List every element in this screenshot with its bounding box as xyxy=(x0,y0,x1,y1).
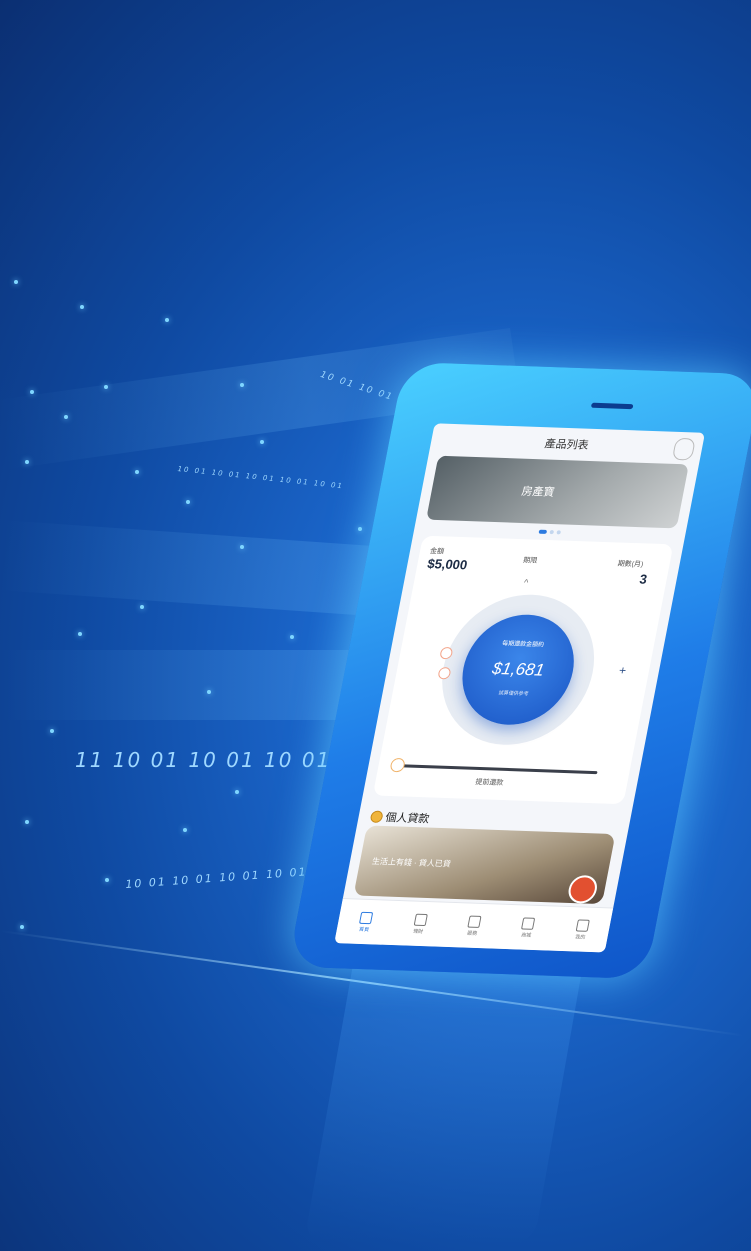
sparkle-dot xyxy=(14,280,18,284)
sparkle-dot xyxy=(183,828,187,832)
sparkle-dot xyxy=(290,635,294,639)
sparkle-dot xyxy=(50,729,54,733)
tab-mall[interactable]: 商城 xyxy=(520,916,536,939)
sparkle-dot xyxy=(140,605,144,609)
installments-value[interactable]: 3 xyxy=(638,571,648,586)
loan-calculator-card: 金額 $5,000 期限 期數(月) 3 每期還款金額約 $1,681 試算僅供… xyxy=(372,535,674,805)
clock-icon xyxy=(467,915,482,928)
sparkle-dot xyxy=(64,415,68,419)
personal-loan-promo[interactable]: 生活上有錢 · 貸人已貸 xyxy=(353,825,616,905)
prepay-slider-track[interactable] xyxy=(398,764,598,775)
sparkle-dot xyxy=(25,460,29,464)
pager-dot[interactable] xyxy=(538,529,548,534)
sparkle-dot xyxy=(240,545,244,549)
sparkle-dot xyxy=(135,470,139,474)
sparkle-dot xyxy=(240,383,244,387)
section-header: 個人貸款 xyxy=(369,809,431,827)
tab-label: 商城 xyxy=(520,931,532,939)
person-icon xyxy=(575,918,590,932)
calendar-icon xyxy=(521,916,536,930)
prepay-slider-thumb[interactable] xyxy=(389,757,406,773)
home-icon xyxy=(359,911,374,924)
dial-caption: 每期還款金額約 xyxy=(501,641,545,649)
sparkle-dot xyxy=(20,925,24,929)
sparkle-dot xyxy=(78,632,82,636)
term-label: 期限 xyxy=(522,557,538,565)
amount-value[interactable]: $5,000 xyxy=(426,556,468,572)
tab-label: 理財 xyxy=(412,928,424,935)
pager-dot[interactable] xyxy=(556,530,562,535)
tab-label: 我的 xyxy=(574,933,586,941)
tab-home[interactable]: 首頁 xyxy=(358,911,374,933)
tab-service[interactable]: 服務 xyxy=(466,915,482,936)
bottom-tab-bar: 首頁 理財 服務 商城 我的 xyxy=(334,898,614,953)
sparkle-dot xyxy=(260,440,264,444)
page-title: 產品列表 xyxy=(543,438,590,452)
tab-me[interactable]: 我的 xyxy=(574,918,590,941)
sparkle-dot xyxy=(165,318,169,322)
coin-icon xyxy=(369,810,384,823)
plus-icon[interactable]: + xyxy=(618,663,628,677)
pager-dot[interactable] xyxy=(549,530,555,535)
sparkle-dot xyxy=(186,500,190,504)
tab-label: 首頁 xyxy=(358,926,370,933)
sparkle-dot xyxy=(80,305,84,309)
sparkle-dot xyxy=(235,790,239,794)
sparkle-dot xyxy=(104,385,108,389)
tab-label: 服務 xyxy=(466,930,478,937)
sparkle-dot xyxy=(30,390,34,394)
dial-note: 試算僅供參考 xyxy=(498,690,529,698)
sparkle-dot xyxy=(25,820,29,824)
chevron-up-icon[interactable]: ^ xyxy=(523,577,529,587)
banner-label: 房產寶 xyxy=(520,485,556,499)
section-title: 個人貸款 xyxy=(384,812,431,826)
profile-icon[interactable] xyxy=(671,437,696,461)
installments-label: 期數(月) xyxy=(616,560,644,569)
slider-caption: 提前還款 xyxy=(474,778,504,787)
sparkle-dot xyxy=(358,527,362,531)
promo-banner[interactable]: 房產寶 xyxy=(426,455,689,529)
sparkle-dot xyxy=(105,878,109,882)
dial-amount: $1,681 xyxy=(490,658,546,680)
amount-label: 金額 xyxy=(429,547,445,556)
tab-finance[interactable]: 理財 xyxy=(412,913,428,935)
phone-reflection xyxy=(303,945,587,1245)
binary-text: 10 01 10 01 10 01 10 01 10 01 xyxy=(177,465,345,491)
cart-icon xyxy=(413,913,428,926)
gift-icon[interactable] xyxy=(566,874,600,904)
promo-text: 生活上有錢 · 貸人已貸 xyxy=(371,856,452,869)
sparkle-dot xyxy=(207,690,211,694)
